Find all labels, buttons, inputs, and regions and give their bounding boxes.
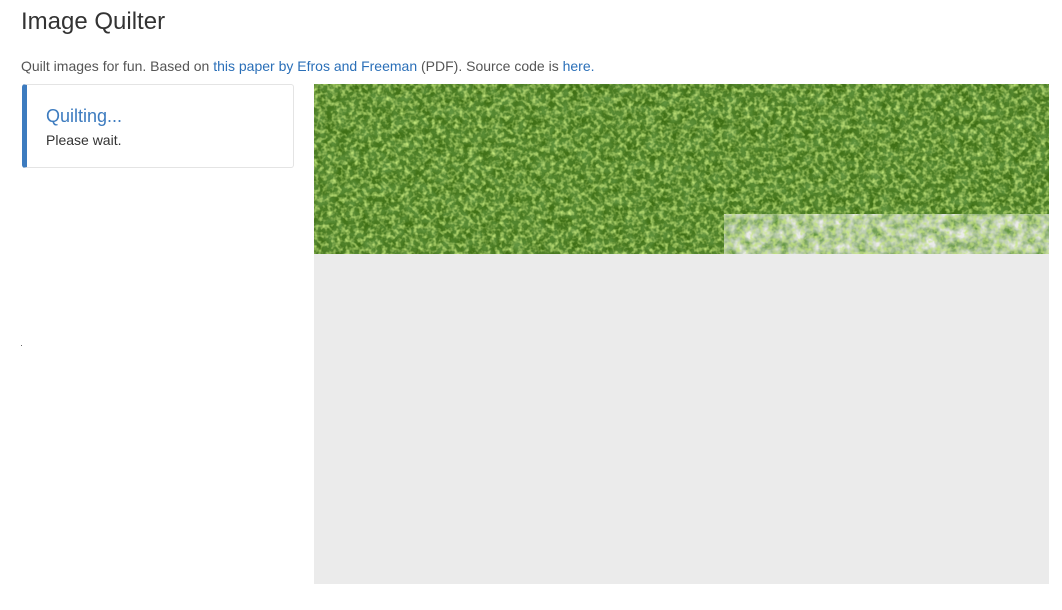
status-message: Please wait. bbox=[46, 132, 122, 148]
paper-link[interactable]: this paper by Efros and Freeman bbox=[213, 58, 417, 74]
texture-noise bbox=[314, 84, 1049, 254]
status-title: Quilting... bbox=[46, 106, 123, 126]
stray-dot bbox=[21, 345, 22, 346]
status-panel: Quilting... Please wait. bbox=[22, 84, 294, 168]
intro-middle: (PDF). Source code is bbox=[417, 58, 563, 74]
intro-prefix: Quilt images for fun. Based on bbox=[21, 58, 214, 74]
intro-text: Quilt images for fun. Based on this pape… bbox=[21, 57, 595, 75]
quilt-texture bbox=[314, 84, 1049, 254]
quilt-canvas bbox=[314, 84, 1049, 584]
source-code-link[interactable]: here. bbox=[563, 58, 595, 74]
page-title: Image Quilter bbox=[21, 8, 166, 35]
